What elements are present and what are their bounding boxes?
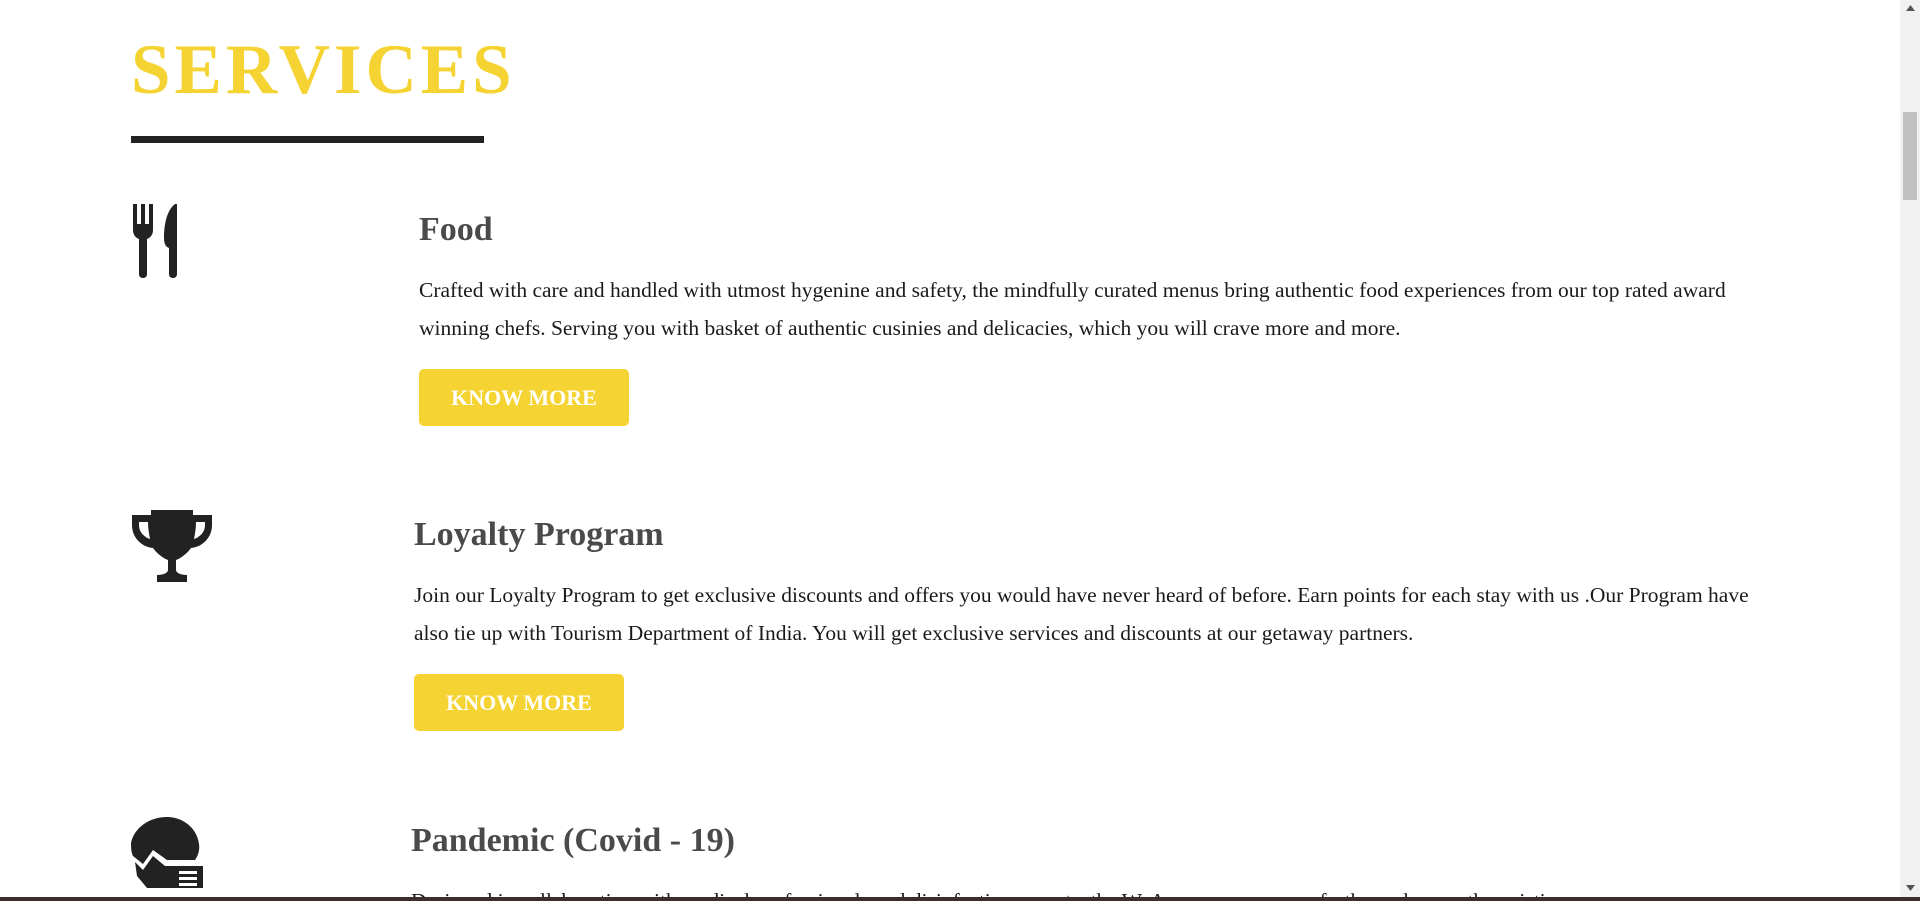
know-more-button[interactable]: KNOW MORE [419,369,629,426]
window-bottom-border [0,897,1920,901]
scroll-down-arrow-icon[interactable] [1900,880,1920,897]
service-title: Food [419,211,493,248]
trophy-icon [131,510,213,592]
scrollbar-thumb[interactable] [1903,112,1917,200]
service-description: Join our Loyalty Program to get exclusiv… [414,583,1749,645]
heading-underline [131,136,484,143]
know-more-button[interactable]: KNOW MORE [414,674,624,731]
scroll-up-arrow-icon[interactable] [1900,0,1920,17]
services-page: SERVICES Food Crafted with care and hand… [0,0,1900,897]
service-description: Crafted with care and handled with utmos… [419,278,1726,340]
masked-head-icon [131,816,213,897]
service-description: Designed in collaboration with medical p… [411,882,1761,897]
fork-knife-icon [131,204,213,286]
service-title: Pandemic (Covid - 19) [411,822,735,859]
vertical-scrollbar[interactable] [1900,0,1920,897]
services-heading: SERVICES [131,31,516,109]
service-title: Loyalty Program [414,516,664,553]
